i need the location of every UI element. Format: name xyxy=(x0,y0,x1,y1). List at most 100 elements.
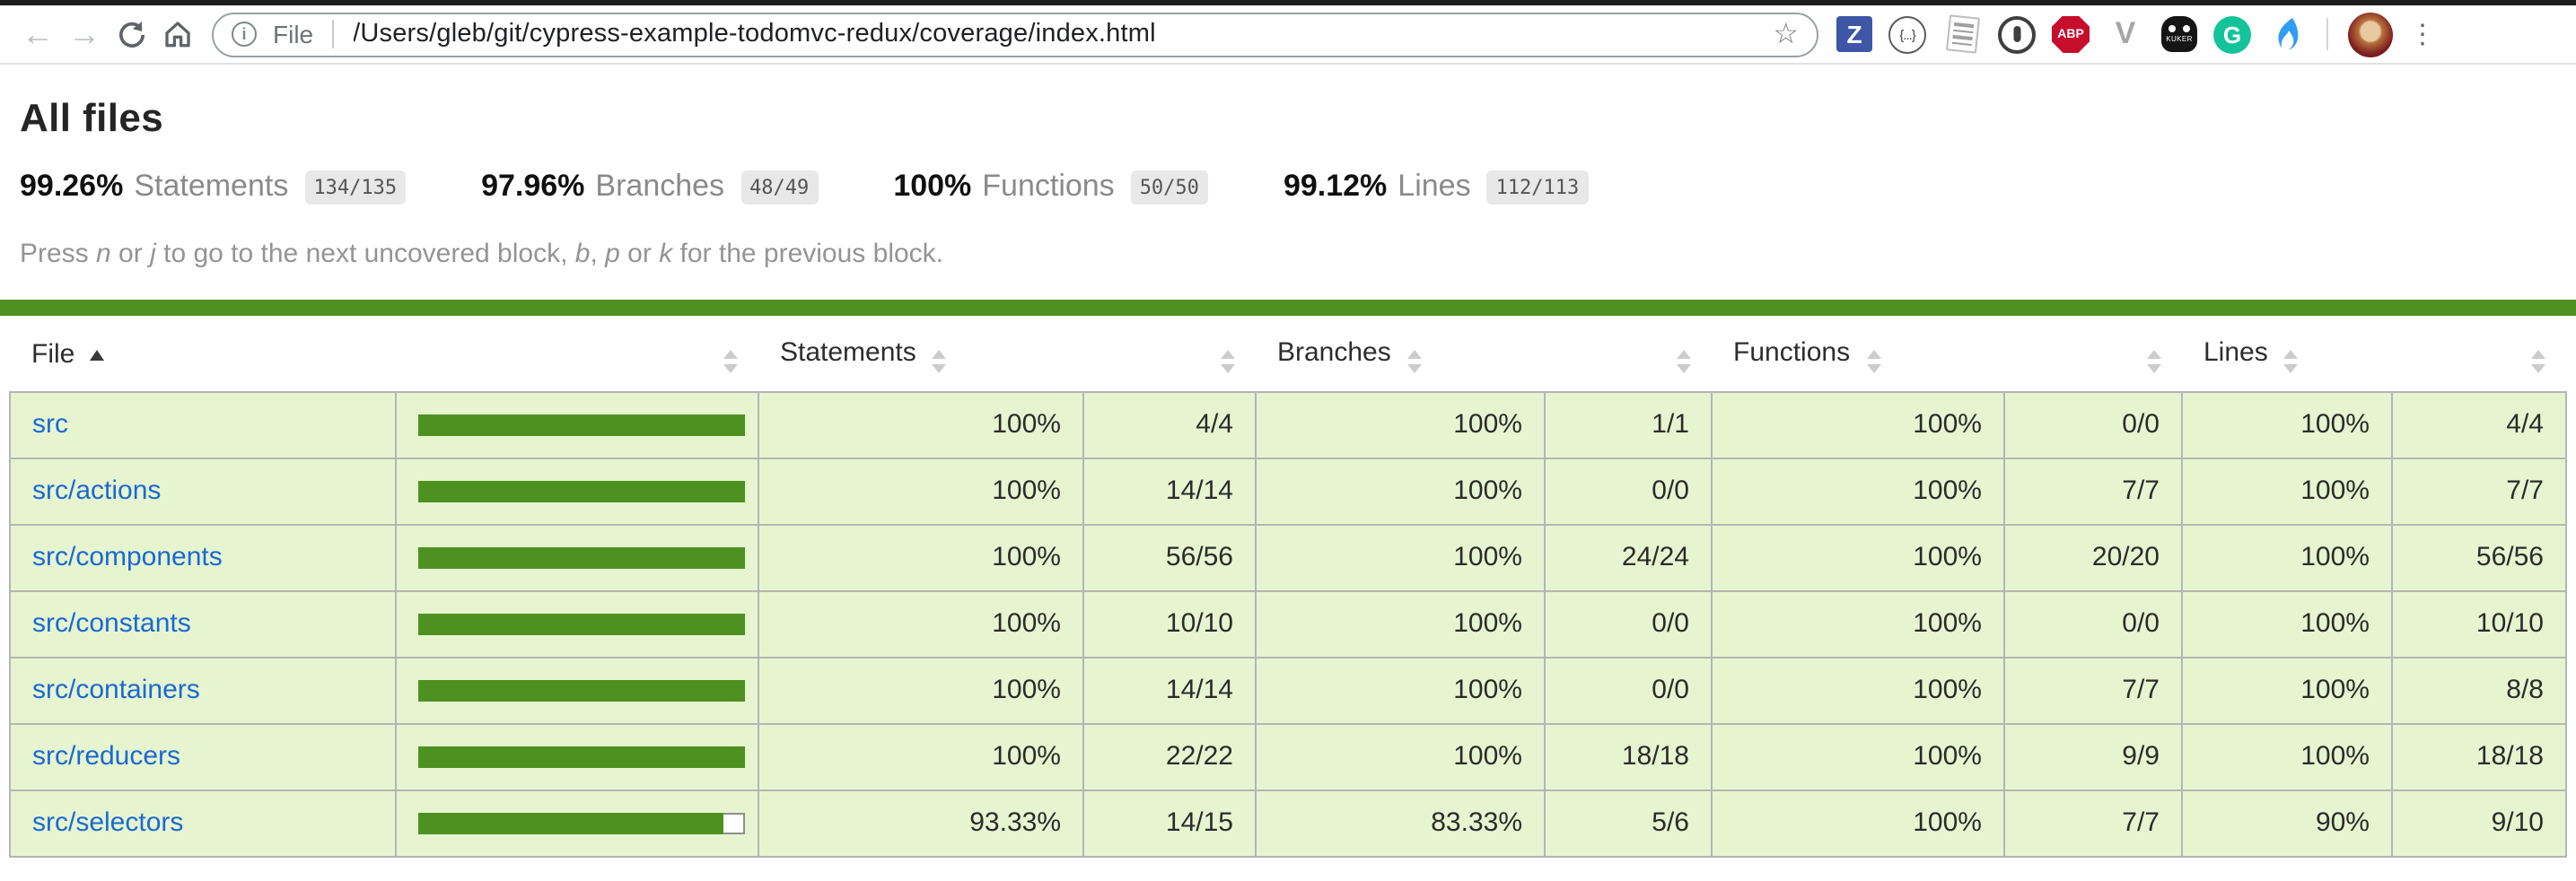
column-header-file[interactable]: File xyxy=(10,316,396,391)
column-header-bar[interactable] xyxy=(396,316,758,391)
back-button[interactable]: ← xyxy=(14,11,61,57)
statements-percent-cell: 100% xyxy=(758,458,1083,524)
extension-grammarly-icon[interactable]: G xyxy=(2213,15,2251,53)
extension-blue-flame-icon[interactable] xyxy=(2267,14,2307,54)
file-cell: src/containers xyxy=(10,657,396,723)
column-header-branches[interactable]: Branches xyxy=(1256,316,1545,391)
browser-window: ← → i File /Users/gleb/git/cypress-examp… xyxy=(0,0,2576,881)
coverage-bar-empty xyxy=(723,812,745,833)
lines-raw-cell: 7/7 xyxy=(2392,458,2566,524)
bookmark-star-icon[interactable]: ☆ xyxy=(1773,16,1799,52)
branches-percent-cell: 100% xyxy=(1256,524,1545,590)
branches-raw-cell: 1/1 xyxy=(1545,391,1712,458)
lines-percent-cell: 100% xyxy=(2182,723,2392,789)
coverage-bar-fill xyxy=(418,812,723,833)
functions-raw-cell: 20/20 xyxy=(2004,524,2182,590)
coverage-table: File Statements Branches xyxy=(9,316,2567,857)
functions-raw-cell: 0/0 xyxy=(2004,391,2182,458)
extension-json-viewer-icon[interactable]: {...} xyxy=(1888,15,1926,53)
table-row: src/selectors 93.33% 14/15 83.33% 5/6 10… xyxy=(10,789,2566,856)
table-row: src/reducers 100% 22/22 100% 18/18 100% … xyxy=(10,723,2566,789)
address-bar[interactable]: i File /Users/gleb/git/cypress-example-t… xyxy=(212,12,1818,57)
stat-label: Functions xyxy=(982,169,1114,205)
functions-percent-cell: 100% xyxy=(1712,657,2004,723)
file-link[interactable]: src xyxy=(32,409,68,440)
table-row: src/constants 100% 10/10 100% 0/0 100% 0… xyxy=(10,590,2566,657)
statements-raw-cell: 56/56 xyxy=(1083,524,1256,590)
column-header-functions[interactable]: Functions xyxy=(1712,316,2004,391)
table-row: src 100% 4/4 100% 1/1 100% 0/0 100% 4/4 xyxy=(10,391,2566,458)
coverage-bar xyxy=(418,480,745,502)
sorter-icon xyxy=(2284,350,2299,372)
lines-percent-cell: 100% xyxy=(2182,590,2392,657)
stat-fraction: 112/113 xyxy=(1487,170,1589,204)
extension-notes-icon[interactable] xyxy=(1942,14,1982,54)
column-header-statements[interactable]: Statements xyxy=(758,316,1083,391)
coverage-bar-fill xyxy=(418,546,745,568)
file-link[interactable]: src/containers xyxy=(32,675,200,705)
file-link[interactable]: src/selectors xyxy=(32,807,183,838)
extension-kuker-icon[interactable]: KUKER xyxy=(2161,16,2197,52)
column-header-branches-raw[interactable] xyxy=(1545,316,1712,391)
url-text[interactable]: /Users/gleb/git/cypress-example-todomvc-… xyxy=(353,20,1773,48)
table-row: src/containers 100% 14/14 100% 0/0 100% … xyxy=(10,657,2566,723)
file-link[interactable]: src/components xyxy=(32,542,223,572)
lines-raw-cell: 8/8 xyxy=(2392,657,2566,723)
table-row: src/components 100% 56/56 100% 24/24 100… xyxy=(10,524,2566,590)
home-button[interactable] xyxy=(154,11,201,57)
statements-raw-cell: 4/4 xyxy=(1083,391,1256,458)
table-row: src/actions 100% 14/14 100% 0/0 100% 7/7… xyxy=(10,458,2566,524)
file-cell: src/components xyxy=(10,524,396,590)
coverage-bar-fill xyxy=(418,746,745,767)
coverage-bar xyxy=(418,746,745,767)
branches-raw-cell: 18/18 xyxy=(1545,723,1712,789)
reload-button[interactable] xyxy=(108,11,154,57)
forward-button[interactable]: → xyxy=(61,11,108,57)
coverage-bar xyxy=(418,414,745,435)
column-header-functions-raw[interactable] xyxy=(2004,316,2182,391)
extension-adblock-icon[interactable]: ABP xyxy=(2052,15,2090,53)
coverage-summary: 99.26% Statements 134/135 97.96% Branche… xyxy=(20,169,2576,205)
file-link[interactable]: src/constants xyxy=(32,608,191,639)
file-link[interactable]: src/actions xyxy=(32,475,161,506)
branches-raw-cell: 24/24 xyxy=(1545,524,1712,590)
extension-vue-devtools-icon[interactable]: V xyxy=(2106,14,2145,54)
extension-1password-icon[interactable] xyxy=(1998,15,2036,53)
branches-percent-cell: 100% xyxy=(1256,590,1545,657)
lines-percent-cell: 100% xyxy=(2182,391,2392,458)
functions-percent-cell: 100% xyxy=(1712,723,2004,789)
branches-raw-cell: 0/0 xyxy=(1545,590,1712,657)
functions-raw-cell: 7/7 xyxy=(2004,458,2182,524)
coverage-bar-cell xyxy=(396,723,758,789)
file-cell: src/actions xyxy=(10,458,396,524)
column-header-statements-raw[interactable] xyxy=(1083,316,1256,391)
branches-percent-cell: 100% xyxy=(1256,723,1545,789)
file-cell: src/reducers xyxy=(10,723,396,789)
sorter-icon xyxy=(1407,350,1422,372)
file-cell: src xyxy=(10,391,396,458)
coverage-bar-fill xyxy=(418,613,745,634)
column-header-lines[interactable]: Lines xyxy=(2182,316,2392,391)
document-icon xyxy=(1945,14,1979,53)
file-link[interactable]: src/reducers xyxy=(32,741,180,772)
profile-avatar[interactable] xyxy=(2348,12,2393,57)
stat-fraction: 48/49 xyxy=(740,170,818,204)
coverage-bar-cell xyxy=(396,590,758,657)
stat-label: Statements xyxy=(134,169,288,205)
coverage-bar-cell xyxy=(396,657,758,723)
page-info-icon[interactable]: i xyxy=(232,22,257,47)
browser-menu-icon[interactable]: ⋮ xyxy=(2409,18,2434,50)
column-header-lines-raw[interactable] xyxy=(2392,316,2566,391)
statements-raw-cell: 14/15 xyxy=(1083,789,1256,856)
sorter-icon xyxy=(1676,350,1690,372)
branches-percent-cell: 100% xyxy=(1256,391,1545,458)
sorter-icon xyxy=(2530,350,2545,372)
coverage-table-body: src 100% 4/4 100% 1/1 100% 0/0 100% 4/4 … xyxy=(10,391,2566,856)
lines-raw-cell: 9/10 xyxy=(2392,789,2566,856)
sort-ascending-icon xyxy=(89,351,103,362)
stat-fraction: 50/50 xyxy=(1131,170,1208,204)
extension-zotero-icon[interactable]: Z xyxy=(1836,16,1872,52)
functions-raw-cell: 7/7 xyxy=(2004,789,2182,856)
branches-percent-cell: 100% xyxy=(1256,657,1545,723)
sorter-icon xyxy=(723,350,737,372)
